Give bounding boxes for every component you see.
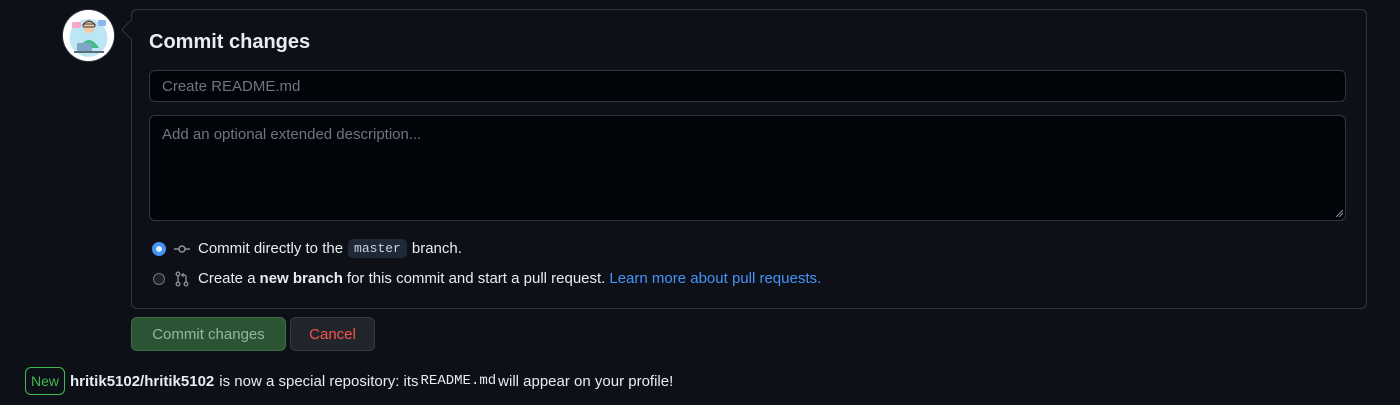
new-badge: New [25, 367, 66, 395]
user-avatar[interactable] [63, 10, 114, 61]
avatar-illustration [63, 10, 114, 61]
new-branch-radio[interactable] [153, 272, 165, 285]
commit-direct-option[interactable]: Commit directly to the master branch. [153, 239, 462, 258]
new-branch-option[interactable]: Create a new branch for this commit and … [153, 270, 821, 287]
commit-description-textarea[interactable] [149, 115, 1346, 221]
new-branch-label-prefix: Create a [198, 270, 256, 287]
commit-changes-panel: Commit changes Commit directly to the ma… [131, 9, 1367, 309]
readme-filename: README.md [420, 373, 497, 389]
learn-more-pull-requests-link[interactable]: Learn more about pull requests. [609, 270, 821, 287]
commit-changes-button[interactable]: Commit changes [131, 317, 286, 351]
repo-name: hritik5102/hritik5102 [70, 372, 215, 390]
notice-text-suffix: will appear on your profile! [498, 372, 674, 390]
commit-panel-title: Commit changes [149, 31, 311, 53]
commit-summary-input[interactable] [149, 70, 1346, 102]
new-branch-label-suffix: for this commit and start a pull request… [346, 270, 606, 287]
resize-handle-icon[interactable] [1335, 209, 1343, 217]
branch-name: master [348, 239, 407, 258]
notice-text: is now a special repository: its [219, 372, 419, 390]
commit-direct-label-suffix: branch. [411, 240, 462, 257]
commit-direct-radio[interactable] [153, 242, 165, 255]
special-repo-notice: New hritik5102/hritik5102 is now a speci… [25, 367, 673, 395]
new-branch-label-bold: new branch [259, 270, 343, 287]
commit-direct-label: Commit directly to the [198, 240, 344, 257]
git-pull-request-icon [175, 271, 189, 286]
cancel-button[interactable]: Cancel [290, 317, 375, 351]
git-commit-icon [174, 244, 190, 253]
